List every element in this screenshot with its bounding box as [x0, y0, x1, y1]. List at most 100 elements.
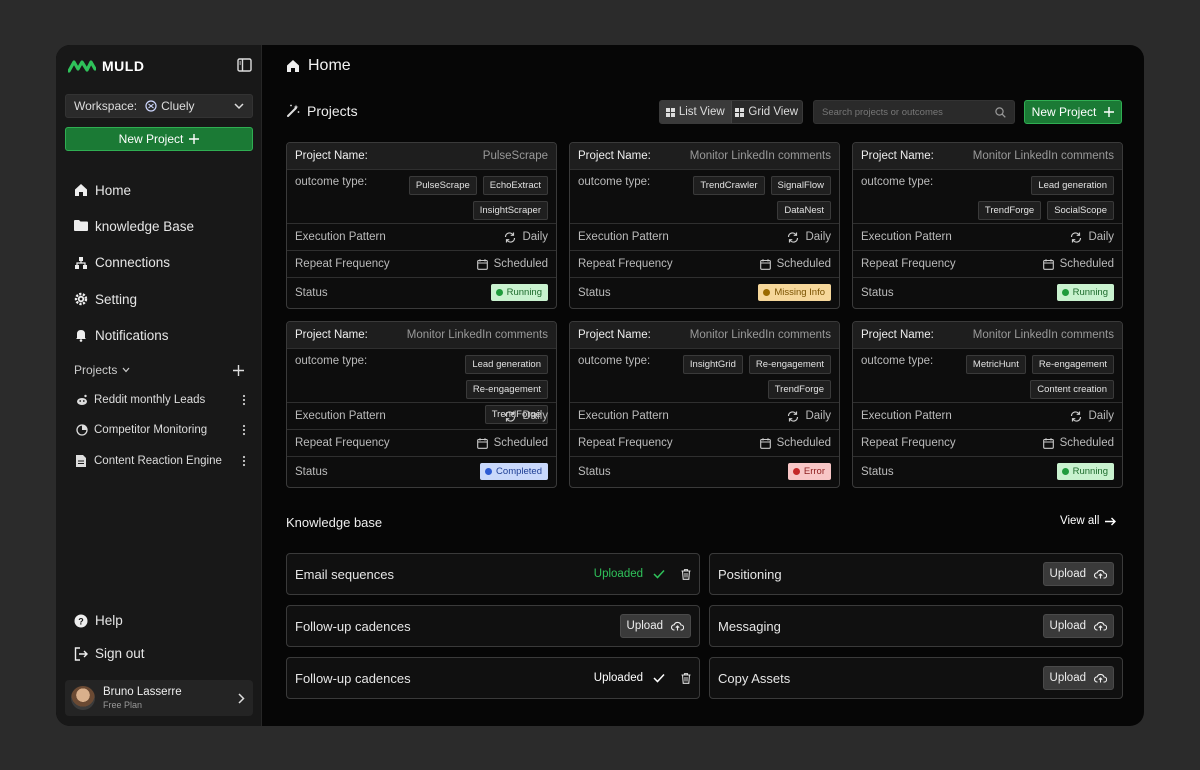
project-name-row: Project Name: Monitor LinkedIn comments: [853, 322, 1122, 349]
uploaded-status: Uploaded: [594, 568, 691, 580]
upload-button[interactable]: Upload: [1042, 614, 1114, 638]
search-box: [813, 100, 1015, 124]
new-project-label: New Project: [118, 132, 184, 146]
repeat-icon: [787, 410, 799, 422]
outcome-type-row: outcome type: PulseScrape EchoExtract Insi…: [287, 170, 556, 224]
upload-button[interactable]: Upload: [1042, 666, 1114, 690]
new-project-button[interactable]: New Project: [1024, 100, 1122, 124]
project-name-value: Monitor LinkedIn comments: [689, 329, 831, 341]
execution-pattern-label: Execution Pattern: [295, 231, 386, 243]
execution-pattern-label: Execution Pattern: [578, 410, 669, 422]
trash-icon[interactable]: [681, 672, 691, 684]
grid-view-button[interactable]: Grid View: [730, 101, 803, 123]
more-options-icon[interactable]: [242, 394, 246, 406]
repeat-icon: [504, 410, 516, 422]
project-card[interactable]: Project Name: Monitor LinkedIn comments …: [852, 142, 1123, 309]
outcome-tags: TrendCrawler SignalFlow DataNest: [681, 176, 831, 220]
knowledge-base-item: Messaging Upload: [709, 605, 1123, 647]
sidebar-item-notifications[interactable]: Notifications: [74, 317, 254, 353]
status-label: Status: [578, 286, 611, 299]
document-icon: [76, 454, 88, 467]
project-name-label: Project Name:: [861, 329, 934, 341]
search-icon[interactable]: [995, 106, 1006, 118]
sidebar-item-home[interactable]: Home: [74, 172, 254, 208]
outcome-type-row: outcome type: Lead generation Re-engageme…: [287, 349, 556, 424]
execution-pattern-value: Daily: [805, 410, 831, 422]
outcome-type-label: outcome type:: [861, 176, 934, 188]
knowledge-base-grid: Email sequences Uploaded Positioning Upl…: [286, 553, 1123, 699]
sidebar: MULD Workspace: Cluely New Project Home: [56, 45, 262, 726]
list-view-button[interactable]: List View: [660, 101, 731, 123]
repeat-frequency-value: Scheduled: [1059, 437, 1114, 449]
more-options-icon[interactable]: [242, 424, 246, 436]
cloud-upload-icon: [1094, 673, 1107, 683]
user-profile-card[interactable]: Bruno Lasserre Free Plan: [65, 680, 253, 716]
execution-pattern-value: Daily: [522, 410, 548, 422]
chevron-down-icon: [122, 367, 130, 373]
sidebar-item-setting[interactable]: Setting: [74, 281, 254, 317]
help-link[interactable]: ? Help: [74, 604, 254, 637]
status-row: Status Running: [287, 278, 556, 307]
outcome-tag: TrendForge: [767, 380, 831, 399]
folder-icon: [74, 219, 88, 233]
repeat-icon: [1070, 231, 1082, 243]
execution-pattern-value: Daily: [522, 231, 548, 243]
magic-wand-icon: [286, 104, 300, 118]
workspace-label: Workspace:: [74, 99, 138, 113]
sidebar-item-label: Notifications: [95, 327, 169, 343]
sidebar-toggle-icon[interactable]: [237, 58, 253, 74]
workspace-select[interactable]: Workspace: Cluely: [65, 94, 253, 118]
bell-icon: [74, 328, 88, 343]
repeat-frequency-row: Repeat Frequency Scheduled: [570, 430, 839, 457]
sidebar-new-project-button[interactable]: New Project: [65, 127, 253, 151]
upload-label: Upload: [1049, 620, 1086, 632]
outcome-tag: Lead generation: [465, 355, 548, 374]
project-name-row: Project Name: Monitor LinkedIn comments: [570, 322, 839, 349]
sidebar-nav: Home knowledge Base Connections Setting …: [74, 172, 254, 353]
outcome-type-row: outcome type: Lead generation TrendForge S…: [853, 170, 1122, 224]
workspace-logo-icon: [145, 100, 157, 112]
view-all-link[interactable]: View all: [1060, 515, 1117, 527]
sidebar-item-connections[interactable]: Connections: [74, 245, 254, 281]
knowledge-base-item: Follow-up cadences Upload: [286, 605, 700, 647]
sidebar-project-content[interactable]: Content Reaction Engine: [76, 446, 246, 476]
upload-button[interactable]: Upload: [619, 614, 691, 638]
chevron-down-icon: [234, 102, 244, 110]
add-project-icon[interactable]: [233, 364, 244, 376]
sidebar-item-knowledge-base[interactable]: knowledge Base: [74, 208, 254, 244]
sign-out-link[interactable]: Sign out: [74, 637, 254, 670]
cloud-upload-icon: [1094, 569, 1107, 579]
projects-section-header[interactable]: Projects: [74, 363, 244, 377]
project-card[interactable]: Project Name: Monitor LinkedIn comments …: [569, 321, 840, 488]
project-card[interactable]: Project Name: PulseScrape outcome type: …: [286, 142, 557, 309]
trash-icon[interactable]: [681, 568, 691, 580]
project-label: Content Reaction Engine: [94, 454, 222, 467]
project-list: Reddit monthly Leads Competitor Monitori…: [76, 385, 246, 476]
sidebar-project-reddit[interactable]: Reddit monthly Leads: [76, 385, 246, 415]
more-options-icon[interactable]: [242, 455, 246, 467]
knowledge-base-item: Positioning Upload: [709, 553, 1123, 595]
sidebar-footer-nav: ? Help Sign out: [74, 604, 254, 670]
outcome-tags: Lead generation TrendForge SocialScope: [964, 176, 1114, 220]
status-badge: Completed: [480, 463, 548, 480]
knowledge-base-title: Knowledge base: [286, 515, 383, 530]
sign-out-label: Sign out: [95, 646, 145, 661]
status-text: Missing Info: [774, 287, 825, 298]
sidebar-item-label: Setting: [95, 291, 138, 307]
projects-label: Projects: [74, 363, 118, 377]
project-card[interactable]: Project Name: Monitor LinkedIn comments …: [569, 142, 840, 309]
outcome-tag: TrendCrawler: [693, 176, 765, 195]
chart-icon: [76, 424, 88, 437]
project-card[interactable]: Project Name: Monitor LinkedIn comments …: [852, 321, 1123, 488]
knowledge-base-item-label: Messaging: [718, 618, 781, 634]
outcome-tag: Re-engagement: [748, 355, 831, 374]
execution-pattern-row: Execution Pattern Daily: [570, 224, 839, 251]
user-name: Bruno Lasserre: [103, 686, 182, 698]
sidebar-project-competitor[interactable]: Competitor Monitoring: [76, 415, 246, 445]
project-card[interactable]: Project Name: Monitor LinkedIn comments …: [286, 321, 557, 488]
project-name-row: Project Name: PulseScrape: [287, 143, 556, 170]
upload-button[interactable]: Upload: [1042, 562, 1114, 586]
outcome-tag: TrendForge: [977, 201, 1042, 220]
execution-pattern-value: Daily: [1088, 231, 1114, 243]
search-input[interactable]: [822, 106, 995, 118]
